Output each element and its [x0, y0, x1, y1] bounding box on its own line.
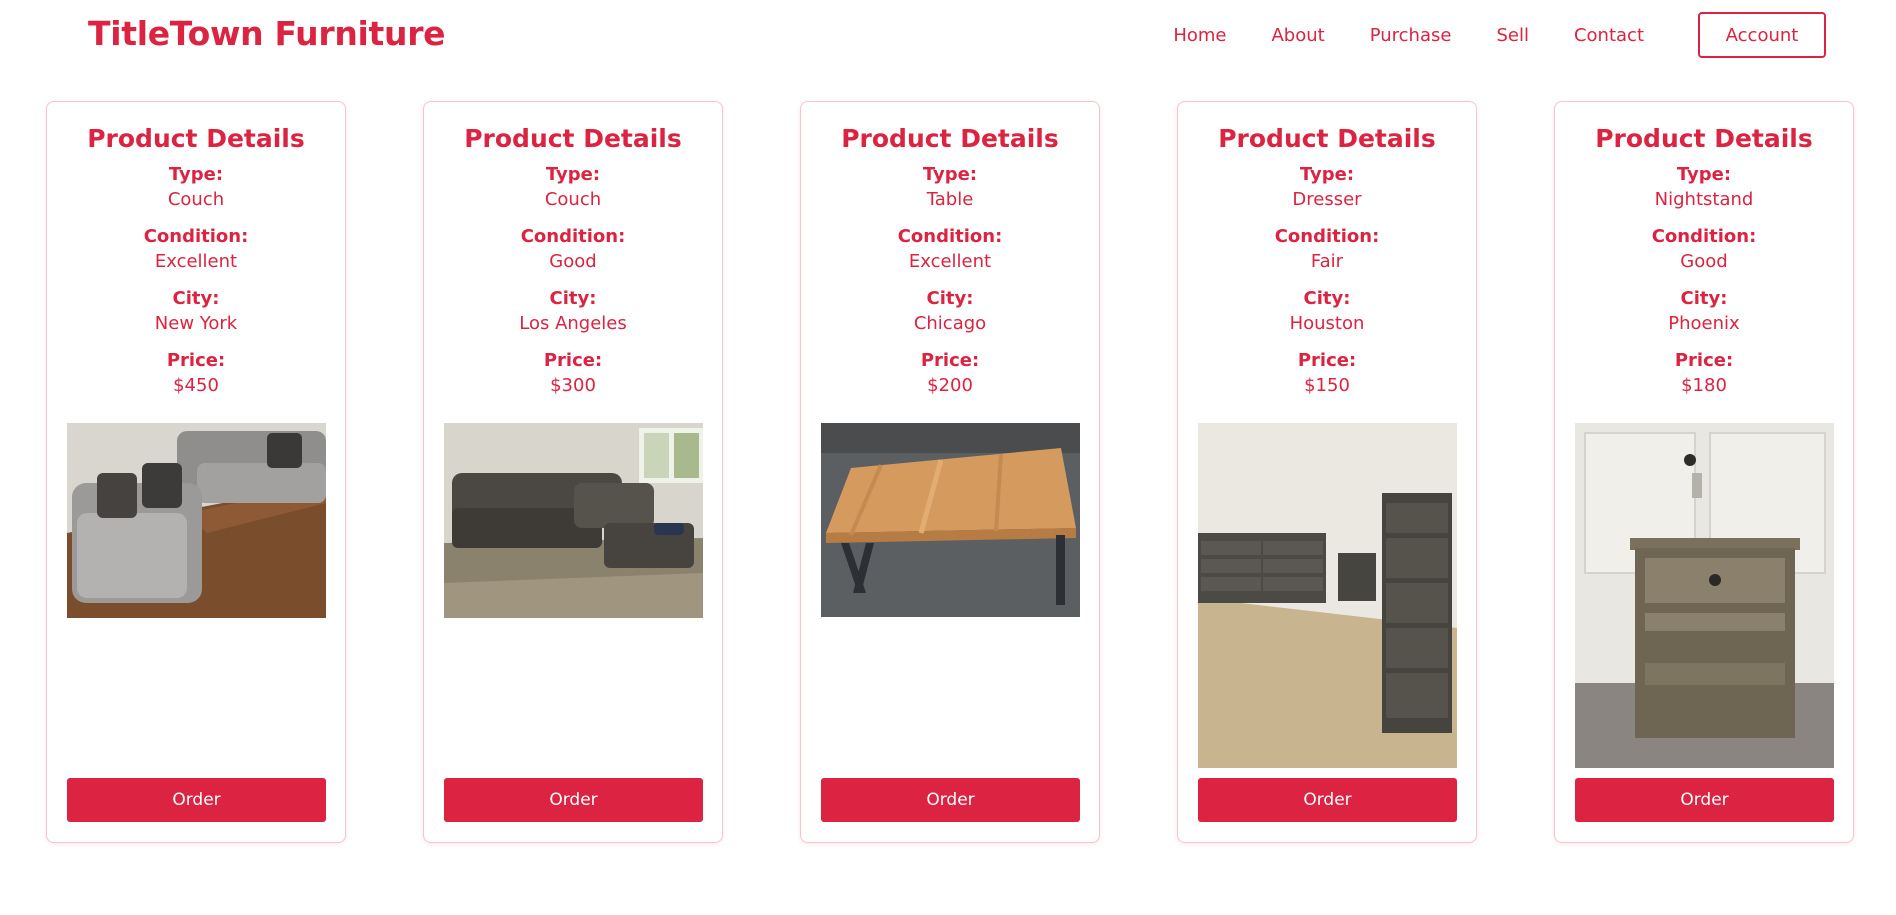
condition-value: Fair — [1310, 251, 1344, 272]
condition-value: Excellent — [154, 251, 238, 272]
condition-value: Good — [549, 251, 597, 272]
price-value: $200 — [927, 375, 973, 396]
order-button[interactable]: Order — [67, 778, 326, 822]
city-value: Chicago — [913, 313, 987, 334]
condition-label: Condition: — [1274, 226, 1380, 247]
condition-label: Condition: — [1651, 226, 1757, 247]
main-nav: Home About Purchase Sell Contact Account — [1128, 10, 1826, 60]
city-value: Phoenix — [1668, 313, 1740, 334]
condition-label: Condition: — [897, 226, 1003, 247]
account-button[interactable]: Account — [1698, 12, 1826, 58]
price-value: $150 — [1304, 375, 1350, 396]
city-label: City: — [1303, 288, 1351, 309]
card-title: Product Details — [841, 124, 1059, 153]
price-label: Price: — [1297, 350, 1357, 371]
product-photo-gray-sectional-couch — [67, 423, 326, 618]
condition-label: Condition: — [143, 226, 249, 247]
city-label: City: — [1680, 288, 1728, 309]
condition-value: Excellent — [908, 251, 992, 272]
type-value: Table — [926, 189, 974, 210]
product-photo-dresser-set — [1198, 423, 1457, 768]
type-label: Type: — [1676, 164, 1732, 185]
type-value: Couch — [167, 189, 225, 210]
type-label: Type: — [922, 164, 978, 185]
price-value: $300 — [550, 375, 596, 396]
city-value: Los Angeles — [519, 313, 627, 334]
card-title: Product Details — [1218, 124, 1436, 153]
type-value: Nightstand — [1654, 189, 1754, 210]
card-title: Product Details — [87, 124, 305, 153]
type-value: Couch — [544, 189, 602, 210]
condition-value: Good — [1680, 251, 1728, 272]
price-label: Price: — [1674, 350, 1734, 371]
city-label: City: — [172, 288, 220, 309]
order-button[interactable]: Order — [821, 778, 1080, 822]
product-card: Product Details Type: Nightstand Conditi… — [1554, 101, 1854, 843]
city-value: Houston — [1289, 313, 1365, 334]
nav-about[interactable]: About — [1271, 25, 1324, 46]
price-label: Price: — [166, 350, 226, 371]
product-card: Product Details Type: Couch Condition: E… — [46, 101, 346, 843]
site-header: TitleTown Furniture Home About Purchase … — [0, 0, 1896, 70]
product-photo-nightstand — [1575, 423, 1834, 768]
price-label: Price: — [543, 350, 603, 371]
product-card: Product Details Type: Dresser Condition:… — [1177, 101, 1477, 843]
condition-label: Condition: — [520, 226, 626, 247]
product-card: Product Details Type: Couch Condition: G… — [423, 101, 723, 843]
type-value: Dresser — [1292, 189, 1362, 210]
card-title: Product Details — [1595, 124, 1813, 153]
nav-sell[interactable]: Sell — [1496, 25, 1529, 46]
order-button[interactable]: Order — [444, 778, 703, 822]
type-label: Type: — [545, 164, 601, 185]
product-photo-wooden-table — [821, 423, 1080, 617]
city-label: City: — [926, 288, 974, 309]
nav-contact[interactable]: Contact — [1574, 25, 1644, 46]
order-button[interactable]: Order — [1575, 778, 1834, 822]
city-value: New York — [154, 313, 238, 334]
product-list: Product Details Type: Couch Condition: E… — [46, 101, 1854, 843]
product-photo-dark-sectional-couch — [444, 423, 703, 618]
product-card: Product Details Type: Table Condition: E… — [800, 101, 1100, 843]
nav-home[interactable]: Home — [1173, 25, 1226, 46]
nav-purchase[interactable]: Purchase — [1370, 25, 1452, 46]
city-label: City: — [549, 288, 597, 309]
price-value: $450 — [173, 375, 219, 396]
order-button[interactable]: Order — [1198, 778, 1457, 822]
price-value: $180 — [1681, 375, 1727, 396]
type-label: Type: — [168, 164, 224, 185]
brand-logo[interactable]: TitleTown Furniture — [88, 14, 446, 53]
price-label: Price: — [920, 350, 980, 371]
type-label: Type: — [1299, 164, 1355, 185]
card-title: Product Details — [464, 124, 682, 153]
